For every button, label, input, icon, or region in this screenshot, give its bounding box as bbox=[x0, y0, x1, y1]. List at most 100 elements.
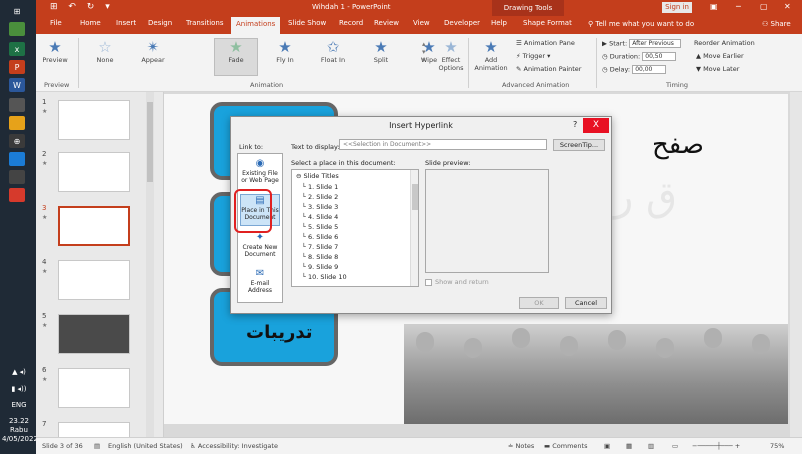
add-animation-button[interactable]: ★ Add Animation bbox=[472, 38, 510, 72]
move-later-button[interactable]: ▼ Move Later bbox=[696, 65, 739, 73]
help-button[interactable]: ? bbox=[573, 120, 577, 129]
clock-time[interactable]: 23.22 bbox=[2, 417, 36, 426]
email-address-option[interactable]: ✉ E-mail Address bbox=[240, 268, 280, 300]
edge-icon[interactable] bbox=[9, 152, 25, 166]
slide-arabic-title[interactable]: صفح bbox=[652, 130, 704, 160]
tree-item-slide[interactable]: └ 10. Slide 10 bbox=[302, 273, 347, 281]
slide-thumbnail[interactable] bbox=[58, 368, 130, 408]
animation-split[interactable]: ★ Split bbox=[364, 38, 398, 64]
text-to-display-field[interactable]: <<Selection in Document>> bbox=[339, 139, 547, 150]
pdf-icon[interactable] bbox=[9, 188, 25, 202]
tree-item-slide[interactable]: └ 3. Slide 3 bbox=[302, 203, 338, 211]
chrome-icon[interactable] bbox=[9, 116, 25, 130]
ok-button[interactable]: OK bbox=[519, 297, 559, 309]
tab-insert[interactable]: Insert bbox=[116, 19, 136, 27]
slideshow-icon[interactable]: ▭ bbox=[672, 442, 678, 450]
animation-pane-button[interactable]: ☰ Animation Pane bbox=[516, 39, 575, 47]
tree-item-slide[interactable]: └ 5. Slide 5 bbox=[302, 223, 338, 231]
app-icon-1[interactable] bbox=[9, 22, 25, 36]
show-and-return-checkbox[interactable]: Show and return bbox=[425, 278, 489, 286]
animation-fade[interactable]: ★ Fade bbox=[219, 38, 253, 64]
place-list-scrollbar[interactable] bbox=[410, 170, 418, 286]
word-icon[interactable]: W bbox=[9, 78, 25, 92]
tab-file[interactable]: File bbox=[50, 19, 62, 27]
tree-item-slide[interactable]: └ 4. Slide 4 bbox=[302, 213, 338, 221]
tree-item-slide[interactable]: └ 7. Slide 7 bbox=[302, 243, 338, 251]
normal-view-icon[interactable]: ▣ bbox=[604, 442, 610, 450]
tree-item-slide[interactable]: └ 1. Slide 1 bbox=[302, 183, 338, 191]
duration-field[interactable]: 00,50 bbox=[642, 52, 677, 61]
start-dropdown[interactable]: After Previous bbox=[629, 39, 682, 48]
tree-item-slide[interactable]: └ 6. Slide 6 bbox=[302, 233, 338, 241]
close-icon[interactable]: ✕ bbox=[784, 2, 791, 11]
sign-in-button[interactable]: Sign in bbox=[662, 2, 692, 13]
slide-thumbnail[interactable] bbox=[58, 314, 130, 354]
excel-icon[interactable]: x bbox=[9, 42, 25, 56]
app-icon-2[interactable] bbox=[9, 98, 25, 112]
share-button[interactable]: ⚇ Share bbox=[762, 20, 791, 28]
tree-item-slide[interactable]: └ 8. Slide 8 bbox=[302, 253, 338, 261]
tell-me-search[interactable]: ⚲ Tell me what you want to do bbox=[588, 20, 694, 28]
tree-item-slide-titles[interactable]: ⊖ Slide Titles bbox=[296, 172, 339, 180]
slide-thumbnail[interactable] bbox=[58, 100, 130, 140]
animation-fly-in[interactable]: ★ Fly In bbox=[268, 38, 302, 64]
slide-sorter-icon[interactable]: ▦ bbox=[626, 442, 632, 450]
tray-icons[interactable]: ▲ ◂) bbox=[2, 368, 36, 377]
reading-view-icon[interactable]: ▥ bbox=[648, 442, 654, 450]
spellcheck-icon[interactable]: ▤ bbox=[94, 442, 100, 450]
animation-appear[interactable]: ✴ Appear bbox=[136, 38, 170, 64]
app-icon-3[interactable]: ⊕ bbox=[9, 134, 25, 148]
maximize-icon[interactable]: ▢ bbox=[760, 2, 768, 11]
notes-button[interactable]: ≐ Notes bbox=[508, 442, 534, 450]
quick-access-toolbar[interactable]: ⊞ ↶ ↻ ▾ bbox=[50, 2, 114, 12]
dialog-close-button[interactable]: X bbox=[583, 118, 609, 133]
language-status[interactable]: English (United States) bbox=[108, 442, 183, 450]
animation-painter-button[interactable]: ✎ Animation Painter bbox=[516, 65, 581, 73]
tab-shape-format[interactable]: Shape Format bbox=[523, 19, 572, 27]
animation-none[interactable]: ☆ None bbox=[88, 38, 122, 64]
app-icon-4[interactable] bbox=[9, 170, 25, 184]
delay-field[interactable]: 00,00 bbox=[632, 65, 667, 74]
effect-options-button[interactable]: ★ Effect Options bbox=[436, 38, 466, 72]
thumbnail-scrollbar[interactable] bbox=[146, 92, 154, 437]
gallery-scroll-icon[interactable]: ▴ ▾ ▾ bbox=[422, 40, 426, 64]
tab-design[interactable]: Design bbox=[148, 19, 172, 27]
tree-item-slide[interactable]: └ 2. Slide 2 bbox=[302, 193, 338, 201]
accessibility-status[interactable]: ♿ Accessibility: Investigate bbox=[190, 442, 278, 450]
slide-arabic-label[interactable]: تدريبات bbox=[246, 322, 312, 343]
tab-transitions[interactable]: Transitions bbox=[186, 19, 224, 27]
crowd-photo[interactable] bbox=[404, 324, 788, 424]
start-icon[interactable]: ⊞ bbox=[9, 4, 25, 18]
tab-help[interactable]: Help bbox=[491, 19, 507, 27]
existing-file-option[interactable]: ◉ Existing File or Web Page bbox=[240, 158, 280, 190]
zoom-level[interactable]: 75% bbox=[770, 442, 784, 450]
tab-home[interactable]: Home bbox=[80, 19, 101, 27]
place-tree-list[interactable]: ⊖ Slide Titles └ 1. Slide 1 └ 2. Slide 2… bbox=[291, 169, 419, 287]
trigger-button[interactable]: ⚡ Trigger ▾ bbox=[516, 52, 550, 60]
create-new-document-option[interactable]: ✦ Create New Document bbox=[240, 232, 280, 264]
slide-thumbnail-selected[interactable] bbox=[58, 206, 130, 246]
ribbon-display-icon[interactable]: ▣ bbox=[710, 2, 718, 11]
move-earlier-button[interactable]: ▲ Move Earlier bbox=[696, 52, 744, 60]
tab-slide-show[interactable]: Slide Show bbox=[288, 19, 326, 27]
tab-view[interactable]: View bbox=[413, 19, 430, 27]
slide-scrollbar[interactable] bbox=[790, 92, 802, 437]
minimize-icon[interactable]: ─ bbox=[736, 2, 741, 11]
tab-animations[interactable]: Animations bbox=[231, 17, 281, 34]
tab-record[interactable]: Record bbox=[339, 19, 363, 27]
powerpoint-icon[interactable]: P bbox=[9, 60, 25, 74]
slide-thumbnail[interactable] bbox=[58, 422, 130, 437]
slide-thumbnail[interactable] bbox=[58, 152, 130, 192]
tree-item-slide[interactable]: └ 9. Slide 9 bbox=[302, 263, 338, 271]
tab-review[interactable]: Review bbox=[374, 19, 399, 27]
scroll-thumb[interactable] bbox=[147, 102, 153, 182]
preview-button[interactable]: ★ Preview bbox=[42, 38, 68, 64]
screentip-button[interactable]: ScreenTip... bbox=[553, 139, 605, 151]
tray-network-icon[interactable]: ▮ ◂)) bbox=[2, 385, 36, 394]
zoom-slider[interactable]: −─────┼─── + bbox=[692, 442, 740, 450]
scroll-thumb[interactable] bbox=[412, 184, 418, 210]
cancel-button[interactable]: Cancel bbox=[565, 297, 607, 309]
language-indicator[interactable]: ENG bbox=[2, 401, 36, 410]
slide-thumbnail[interactable] bbox=[58, 260, 130, 300]
comments-button[interactable]: ▬ Comments bbox=[544, 442, 587, 450]
